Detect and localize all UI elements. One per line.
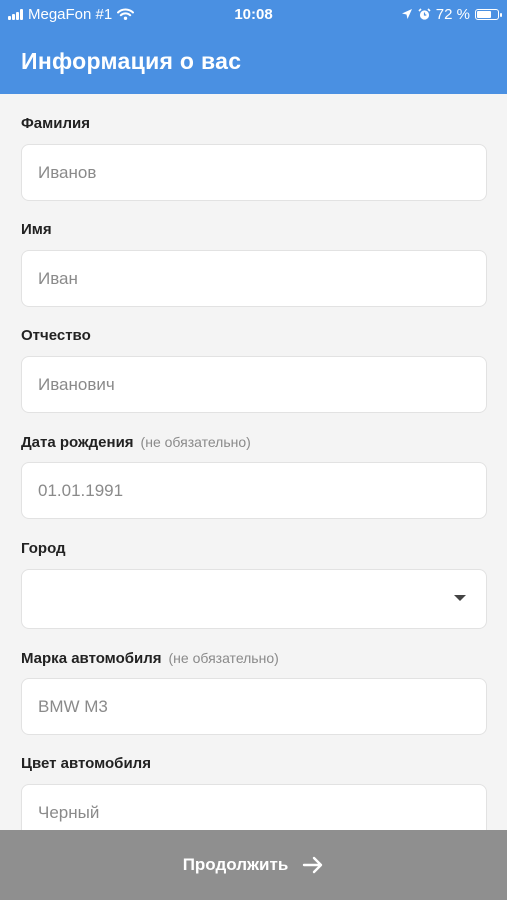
continue-button[interactable]: Продолжить xyxy=(0,830,507,900)
last-name-placeholder: Иванов xyxy=(38,162,97,182)
alarm-clock-icon xyxy=(418,7,431,20)
city-group: Город xyxy=(21,539,487,629)
birth-date-group: Дата рождения (не обязательно) 01.01.1991 xyxy=(21,432,487,519)
status-time: 10:08 xyxy=(234,5,273,23)
car-brand-group: Марка автомобиля (не обязательно) BMW M3 xyxy=(21,648,487,735)
birth-date-label-text: Дата рождения xyxy=(21,434,134,451)
car-color-placeholder: Черный xyxy=(38,802,100,822)
continue-label: Продолжить xyxy=(182,855,289,874)
chevron-down-icon xyxy=(454,595,466,601)
first-name-placeholder: Иван xyxy=(38,268,78,288)
car-brand-placeholder: BMW M3 xyxy=(38,696,108,716)
last-name-input[interactable]: Иванов xyxy=(21,144,487,201)
battery-icon xyxy=(475,8,502,20)
carrier-name: MegaFon #1 xyxy=(28,5,113,23)
battery-percentage: 72 % xyxy=(435,5,470,23)
city-select[interactable] xyxy=(21,569,487,629)
app-header: Информация о вас xyxy=(0,28,507,94)
first-name-input[interactable]: Иван xyxy=(21,250,487,307)
wifi-icon xyxy=(117,8,135,20)
patronymic-placeholder: Иванович xyxy=(38,374,115,394)
birth-date-optional-note: (не обязательно) xyxy=(140,434,251,450)
first-name-group: Имя Иван xyxy=(21,220,487,307)
car-brand-label: Марка автомобиля (не обязательно) xyxy=(21,648,487,668)
city-label: Город xyxy=(21,540,66,557)
status-bar: MegaFon #1 10:08 72 % xyxy=(0,0,507,28)
arrow-right-icon xyxy=(303,856,323,874)
car-color-input[interactable]: Черный xyxy=(21,784,487,830)
car-color-group: Цвет автомобиля Черный xyxy=(21,754,487,830)
car-brand-input[interactable]: BMW M3 xyxy=(21,678,487,735)
location-arrow-icon xyxy=(401,9,412,19)
birth-date-input[interactable]: 01.01.1991 xyxy=(21,462,487,519)
status-right: 72 % xyxy=(401,5,502,23)
car-brand-label-text: Марка автомобиля xyxy=(21,650,162,667)
status-left: MegaFon #1 xyxy=(8,5,135,23)
info-form: Фамилия Иванов Имя Иван Отчество Иванови… xyxy=(0,94,507,830)
last-name-group: Фамилия Иванов xyxy=(21,114,487,201)
birth-date-label: Дата рождения (не обязательно) xyxy=(21,432,487,452)
cellular-signal-icon xyxy=(8,8,23,20)
page-title: Информация о вас xyxy=(21,47,242,74)
first-name-label: Имя xyxy=(21,221,52,238)
car-brand-optional-note: (не обязательно) xyxy=(168,650,279,666)
patronymic-label: Отчество xyxy=(21,327,91,344)
patronymic-group: Отчество Иванович xyxy=(21,326,487,413)
birth-date-placeholder: 01.01.1991 xyxy=(38,480,124,500)
last-name-label: Фамилия xyxy=(21,115,90,132)
patronymic-input[interactable]: Иванович xyxy=(21,356,487,413)
car-color-label: Цвет автомобиля xyxy=(21,755,151,772)
